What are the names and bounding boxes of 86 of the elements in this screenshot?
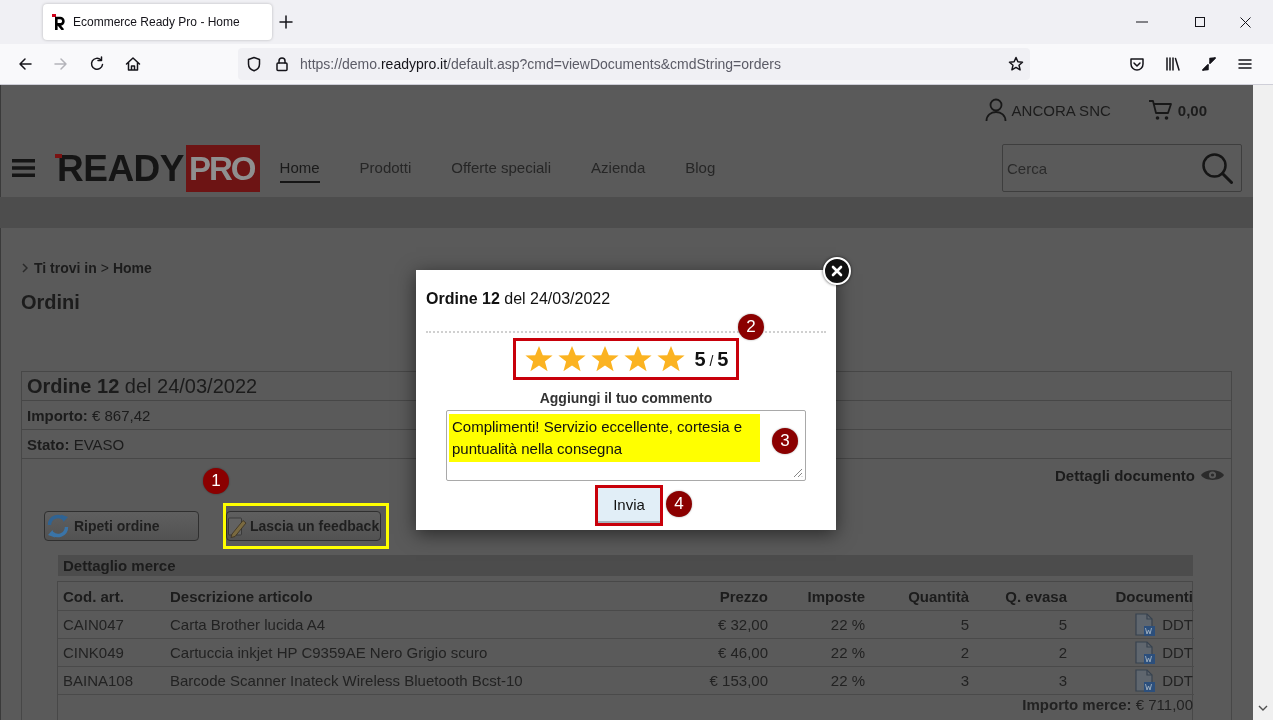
star-icon[interactable] bbox=[622, 345, 653, 373]
browser-tab[interactable]: Ecommerce Ready Pro - Home bbox=[43, 4, 272, 40]
dialog-title: Ordine 12 del 24/03/2022 bbox=[426, 289, 611, 309]
table-cell: € 153,00 bbox=[701, 666, 772, 694]
page-title: Ordini bbox=[21, 290, 80, 314]
table-cell: BAINA108 bbox=[58, 666, 165, 694]
table-cell: 22 % bbox=[772, 638, 869, 666]
order-amount: Importo: € 867,42 bbox=[27, 406, 151, 424]
table-cell: 2 bbox=[973, 638, 1071, 666]
table-cell: CINK049 bbox=[58, 638, 165, 666]
table-cell: 22 % bbox=[772, 610, 869, 638]
pocket-icon[interactable] bbox=[1129, 56, 1145, 72]
star-icon[interactable] bbox=[655, 345, 686, 373]
order-title: Ordine 12 del 24/03/2022 bbox=[27, 374, 258, 398]
table-cell: 5 bbox=[869, 610, 973, 638]
column-header: Cod. art. bbox=[62, 586, 125, 607]
new-tab-icon[interactable] bbox=[279, 15, 293, 29]
column-header: Descrizione articolo bbox=[169, 586, 314, 607]
favicon-icon bbox=[52, 14, 66, 30]
table-cell: CAIN047 bbox=[58, 610, 165, 638]
comment-field[interactable]: Complimenti! Servizio eccellente, cortesia e puntualità nella consegna 3 bbox=[446, 410, 806, 481]
diagonal-arrows-icon[interactable] bbox=[1201, 56, 1217, 72]
eye-icon[interactable] bbox=[1200, 467, 1225, 483]
user-icon[interactable] bbox=[984, 98, 1007, 122]
table-cell: 3 bbox=[869, 666, 973, 694]
submit-button[interactable]: Invia bbox=[598, 488, 660, 523]
column-header: Q. evasa bbox=[1004, 586, 1068, 607]
document-icon[interactable] bbox=[1134, 640, 1157, 665]
logo[interactable]: READY PRO bbox=[55, 144, 260, 192]
account-link[interactable]: ANCORA SNC bbox=[1011, 101, 1111, 119]
details-link[interactable]: Dettagli documento bbox=[1055, 466, 1195, 484]
note-pencil-icon bbox=[227, 514, 247, 538]
comment-label: Aggiungi il tuo commento bbox=[539, 389, 713, 407]
table-cell: 22 % bbox=[772, 666, 869, 694]
column-header: Documenti bbox=[1114, 586, 1194, 607]
table-cell: Carta Brother lucida A4 bbox=[165, 610, 701, 638]
close-icon bbox=[831, 265, 843, 277]
back-arrow-icon[interactable] bbox=[17, 56, 33, 72]
nav-link[interactable]: Home bbox=[279, 153, 320, 183]
reload-icon[interactable] bbox=[89, 56, 105, 72]
step-badge: 2 bbox=[738, 314, 764, 340]
chevron-icon bbox=[22, 263, 28, 273]
document-link[interactable]: DDT bbox=[1162, 616, 1193, 633]
lock-icon bbox=[274, 56, 290, 72]
bookmark-star-icon[interactable] bbox=[1008, 56, 1024, 72]
search-icon[interactable] bbox=[1201, 152, 1233, 184]
table-cell: Barcode Scanner Inateck Wireless Bluetooth Bcst-10 bbox=[165, 666, 701, 694]
table-cell: Cartuccia inkjet HP C9359AE Nero Grigio scuro bbox=[165, 638, 701, 666]
table-cell: € 32,00 bbox=[701, 610, 772, 638]
rating-score: 5 / 5 bbox=[694, 347, 729, 371]
column-header: Prezzo bbox=[718, 586, 769, 607]
step-badge: 1 bbox=[203, 468, 229, 494]
url-field[interactable]: https://demo.readypro.it/default.asp?cmd=viewDocuments&cmdString=orders bbox=[238, 48, 1030, 80]
step-badge: 3 bbox=[772, 428, 798, 454]
menu-icon[interactable] bbox=[1237, 56, 1253, 72]
breadcrumb-label: Ti trovi in bbox=[34, 260, 97, 276]
feedback-button[interactable]: Lascia un feedback bbox=[226, 511, 381, 541]
maximize-icon[interactable] bbox=[1195, 17, 1205, 27]
refresh-arrows-icon bbox=[45, 513, 71, 539]
breadcrumb-separator: > bbox=[100, 260, 109, 276]
resize-grip-icon bbox=[792, 467, 803, 478]
table-cell: € 46,00 bbox=[701, 638, 772, 666]
library-icon[interactable] bbox=[1165, 56, 1181, 72]
table-cell: 3 bbox=[973, 666, 1071, 694]
cart-total[interactable]: 0,00 bbox=[1177, 101, 1207, 119]
table-cell: 5 bbox=[973, 610, 1071, 638]
home-icon[interactable] bbox=[125, 56, 141, 72]
star-icon[interactable] bbox=[556, 345, 587, 373]
window-close-icon[interactable] bbox=[1240, 16, 1251, 28]
column-header: Imposte bbox=[806, 586, 866, 607]
document-link[interactable]: DDT bbox=[1162, 644, 1193, 661]
goods-total: Importo merce: € 711,00 bbox=[1022, 696, 1193, 713]
star-icon[interactable] bbox=[523, 345, 554, 373]
table-cell: 2 bbox=[869, 638, 973, 666]
document-link[interactable]: DDT bbox=[1162, 672, 1193, 689]
shield-icon bbox=[246, 56, 262, 72]
scrollbar[interactable] bbox=[1253, 85, 1273, 720]
column-header: Quantità bbox=[907, 586, 970, 607]
repeat-order-button[interactable]: Ripeti ordine bbox=[44, 511, 199, 541]
breadcrumb-link[interactable]: Home bbox=[112, 260, 152, 276]
cart-icon[interactable] bbox=[1147, 99, 1172, 121]
step-badge: 4 bbox=[666, 491, 692, 517]
document-icon[interactable] bbox=[1134, 668, 1157, 693]
order-status: Stato: EVASO bbox=[27, 435, 125, 453]
star-icon[interactable] bbox=[589, 345, 620, 373]
document-icon[interactable] bbox=[1134, 612, 1157, 637]
